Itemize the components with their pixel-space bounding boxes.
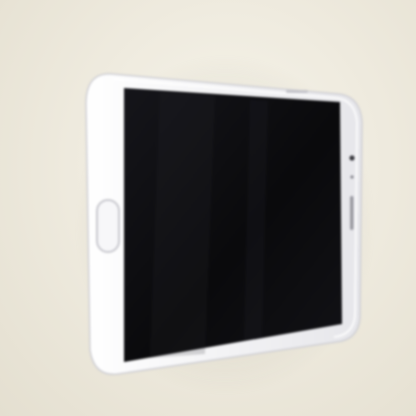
side-button — [286, 90, 308, 93]
photo-drawing — [75, 55, 375, 395]
screen-reflection — [150, 92, 215, 358]
photo-scene — [0, 0, 416, 416]
sensor-icon — [350, 175, 354, 179]
front-camera-icon — [349, 155, 355, 161]
earpiece-speaker — [350, 196, 354, 230]
home-button — [96, 199, 120, 253]
